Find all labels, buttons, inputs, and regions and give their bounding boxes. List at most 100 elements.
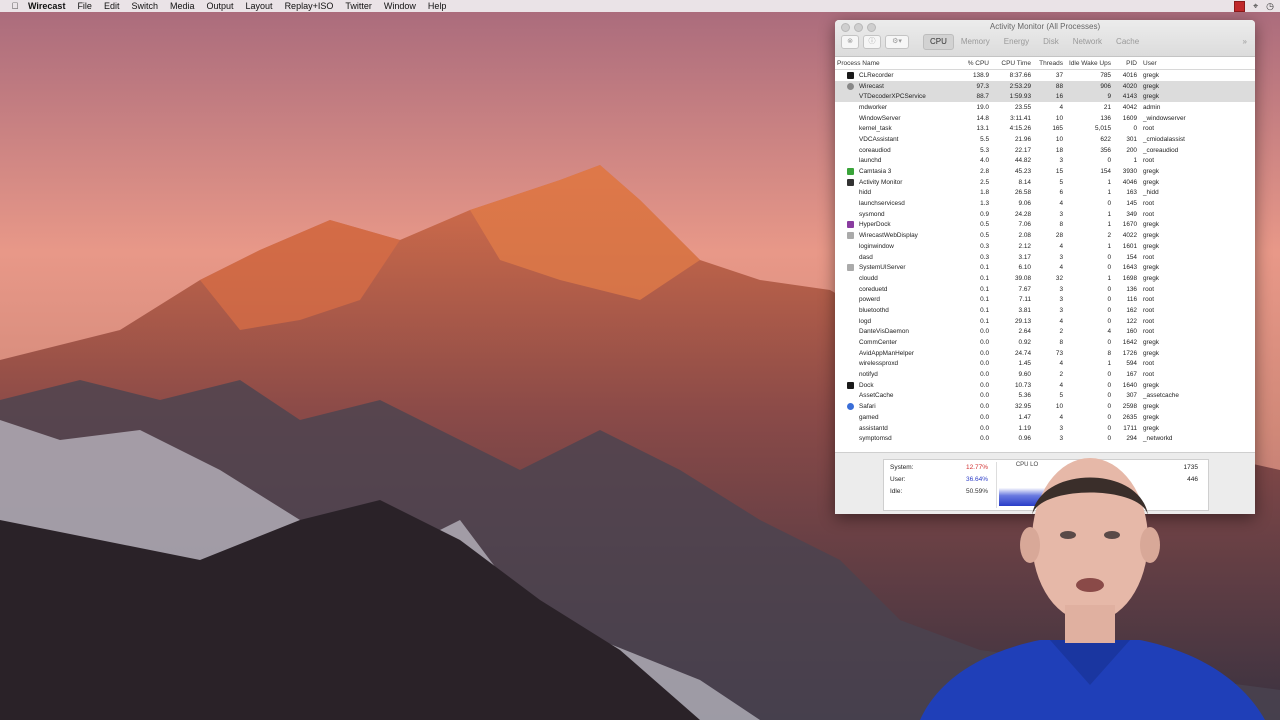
cpu-time-cell: 22.17	[1015, 146, 1031, 154]
menu-help[interactable]: Help	[422, 0, 453, 12]
table-row[interactable]: CLRecorder 138.9 8:37.66 37 785 4016 gregk	[835, 70, 1255, 81]
cpu-percent-cell: 138.9	[973, 71, 989, 79]
apple-icon[interactable]: 	[8, 1, 22, 11]
table-row[interactable]: notifyd 0.0 9.60 2 0 167 root	[835, 369, 1255, 380]
table-row[interactable]: logd 0.1 29.13 4 0 122 root	[835, 316, 1255, 327]
tab-cache[interactable]: Cache	[1109, 34, 1146, 50]
idle-wake-ups-cell: 785	[1100, 71, 1111, 79]
menu-media[interactable]: Media	[164, 0, 201, 12]
idle-wake-ups-cell: 0	[1107, 264, 1111, 272]
table-row[interactable]: mdworker 19.0 23.55 4 21 4042 admin	[835, 102, 1255, 113]
idle-wake-ups-cell: 0	[1107, 435, 1111, 443]
table-row[interactable]: coreaudiod 5.3 22.17 18 356 200 _coreaudiod	[835, 145, 1255, 156]
clock-icon[interactable]: ◷	[1266, 1, 1274, 12]
menu-twitter[interactable]: Twitter	[339, 0, 378, 12]
process-name-cell: SystemUIServer	[835, 264, 949, 272]
table-row[interactable]: Dock 0.0 10.73 4 0 1640 gregk	[835, 380, 1255, 391]
cpu-percent-cell: 0.1	[980, 264, 989, 272]
table-row[interactable]: Safari 0.0 32.95 10 0 2598 gregk	[835, 401, 1255, 412]
table-row[interactable]: HyperDock 0.5 7.06 8 1 1670 gregk	[835, 220, 1255, 231]
column-threads[interactable]: Threads	[1031, 60, 1063, 67]
idle-wake-ups-cell: 0	[1107, 381, 1111, 389]
tab-memory[interactable]: Memory	[954, 34, 997, 50]
table-row[interactable]: SystemUIServer 0.1 6.10 4 0 1643 gregk	[835, 262, 1255, 273]
toolbar-overflow-icon[interactable]: »	[1243, 34, 1247, 50]
table-row[interactable]: DanteVisDaemon 0.0 2.64 2 4 160 root	[835, 327, 1255, 338]
table-row[interactable]: VTDecoderXPCService 88.7 1:59.93 16 9 4143 gre…	[835, 91, 1255, 103]
table-row[interactable]: WindowServer 14.8 3:11.41 10 136 1609 _windows…	[835, 113, 1255, 124]
cpu-percent-cell: 1.8	[980, 189, 989, 197]
menu-switch[interactable]: Switch	[125, 0, 164, 12]
idle-wake-ups-cell: 1	[1107, 189, 1111, 197]
table-row[interactable]: symptomsd 0.0 0.96 3 0 294 _networkd	[835, 433, 1255, 444]
table-row[interactable]: launchservicesd 1.3 9.06 4 0 145 root	[835, 198, 1255, 209]
process-name: symptomsd	[859, 435, 892, 443]
cpu-time-cell: 1.45	[1018, 360, 1031, 368]
menu-edit[interactable]: Edit	[98, 0, 126, 12]
menu-layout[interactable]: Layout	[240, 0, 279, 12]
column-cpu[interactable]: % CPU	[949, 60, 989, 67]
table-row[interactable]: wirelessproxd 0.0 1.45 4 1 594 root	[835, 359, 1255, 370]
gear-menu-button[interactable]: ⚙▾	[885, 35, 909, 49]
table-row[interactable]: loginwindow 0.3 2.12 4 1 1601 gregk	[835, 241, 1255, 252]
table-row[interactable]: assistantd 0.0 1.19 3 0 1711 gregk	[835, 423, 1255, 434]
table-row[interactable]: WirecastWebDisplay 0.5 2.08 28 2 4022 gregk	[835, 230, 1255, 241]
tab-energy[interactable]: Energy	[997, 34, 1036, 50]
table-row[interactable]: launchd 4.0 44.82 3 0 1 root	[835, 156, 1255, 167]
table-row[interactable]: gamed 0.0 1.47 4 0 2635 gregk	[835, 412, 1255, 423]
pid-cell: 0	[1133, 125, 1137, 133]
threads-cell: 4	[1059, 381, 1063, 389]
table-row[interactable]: Camtasia 3 2.8 45.23 15 154 3930 gregk	[835, 166, 1255, 177]
cpu-time-cell: 8.14	[1018, 178, 1031, 186]
column-idle-wake-ups[interactable]: Idle Wake Ups	[1063, 60, 1111, 67]
menu-file[interactable]: File	[71, 0, 98, 12]
user-cell: _coreaudiod	[1143, 146, 1179, 154]
table-row[interactable]: bluetoothd 0.1 3.81 3 0 162 root	[835, 305, 1255, 316]
crosshair-icon[interactable]: ⌖	[1253, 1, 1258, 12]
tab-cpu[interactable]: CPU	[923, 34, 954, 50]
idle-wake-ups-cell: 1	[1107, 210, 1111, 218]
process-name-cell: bluetoothd	[835, 307, 949, 314]
table-row[interactable]: Wirecast 97.3 2:53.29 88 906 4020 gregk	[835, 80, 1255, 92]
column-user[interactable]: User	[1137, 60, 1203, 67]
table-row[interactable]: AssetCache 0.0 5.36 5 0 307 _assetcache	[835, 391, 1255, 402]
tab-disk[interactable]: Disk	[1036, 34, 1066, 50]
table-row[interactable]: VDCAssistant 5.5 21.96 10 622 301 _cmiodalassi…	[835, 134, 1255, 145]
table-row[interactable]: coreduetd 0.1 7.67 3 0 136 root	[835, 284, 1255, 295]
cpu-percent-cell: 0.1	[980, 274, 989, 282]
pid-cell: 4016	[1122, 71, 1137, 79]
pid-cell: 160	[1126, 328, 1137, 336]
threads-cell: 37	[1055, 71, 1063, 79]
idle-wake-ups-cell: 0	[1107, 339, 1111, 347]
column-process-name[interactable]: Process Name	[835, 60, 949, 67]
menu-replay-iso[interactable]: Replay+ISO	[279, 0, 340, 12]
stop-process-button[interactable]: ⊗	[841, 35, 859, 49]
column-cpu-time[interactable]: CPU Time	[989, 60, 1031, 67]
user-cell: root	[1143, 371, 1155, 379]
threads-cell: 5	[1059, 392, 1063, 400]
info-button[interactable]: ⓘ	[863, 35, 881, 49]
table-row[interactable]: powerd 0.1 7.11 3 0 116 root	[835, 294, 1255, 305]
table-row[interactable]: CommCenter 0.0 0.92 8 0 1642 gregk	[835, 337, 1255, 348]
cpu-percent-cell: 0.3	[980, 242, 989, 250]
process-name: Dock	[859, 381, 874, 389]
tab-network[interactable]: Network	[1066, 34, 1109, 50]
menu-window[interactable]: Window	[378, 0, 422, 12]
table-row[interactable]: hidd 1.8 26.58 6 1 163 _hidd	[835, 188, 1255, 199]
process-name-cell: WindowServer	[835, 115, 949, 122]
recording-status-icon[interactable]	[1234, 0, 1246, 12]
table-row[interactable]: AvidAppManHelper 0.0 24.74 73 8 1726 gregk	[835, 348, 1255, 359]
pid-cell: 1642	[1122, 339, 1137, 347]
table-row[interactable]: sysmond 0.9 24.28 3 1 349 root	[835, 209, 1255, 220]
cpu-percent-cell: 19.0	[976, 103, 989, 111]
user-cell: root	[1143, 285, 1155, 293]
table-row[interactable]: cloudd 0.1 39.08 32 1 1698 gregk	[835, 273, 1255, 284]
menu-output[interactable]: Output	[201, 0, 240, 12]
cpu-time-cell: 29.13	[1015, 317, 1031, 325]
process-name: launchservicesd	[859, 200, 905, 208]
table-row[interactable]: dasd 0.3 3.17 3 0 154 root	[835, 252, 1255, 263]
table-row[interactable]: kernel_task 13.1 4:15.26 165 5,015 0 root	[835, 123, 1255, 134]
table-row[interactable]: Activity Monitor 2.5 8.14 5 1 4046 gregk	[835, 177, 1255, 188]
column-pid[interactable]: PID	[1111, 60, 1137, 67]
menu-app-name[interactable]: Wirecast	[22, 0, 71, 12]
